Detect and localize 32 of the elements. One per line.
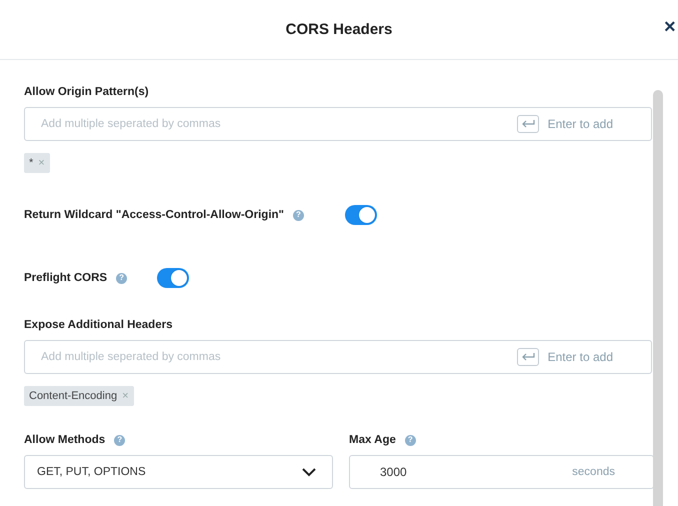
help-icon[interactable]: ? — [116, 272, 128, 284]
field-label: Allow Origin Pattern(s) — [24, 86, 150, 98]
field-label: Expose Additional Headers — [24, 319, 174, 331]
methods-dropdown[interactable]: GET, PUT, OPTIONS — [24, 455, 333, 489]
toggle-label: Preflight CORS — [24, 272, 108, 284]
text-input[interactable]: Add multiple seperated by commas — [41, 118, 517, 130]
toggle-switch[interactable] — [345, 205, 377, 225]
field-value: 3000 — [380, 465, 407, 479]
scrollbar[interactable] — [653, 90, 663, 506]
toggle-label: Return Wildcard "Access-Control-Allow-Origin" — [24, 209, 284, 221]
text-input[interactable]: Add multiple seperated by commas — [41, 351, 517, 363]
enter-key-icon — [516, 348, 539, 366]
input-field[interactable]: Add multiple seperated by commas Enter to add — [24, 340, 652, 374]
unit-label: seconds — [572, 466, 615, 478]
remove-button[interactable]: × — [122, 390, 128, 402]
enter-key-icon — [516, 115, 539, 133]
chevron-down-icon — [302, 468, 316, 476]
toggle-switch[interactable] — [157, 268, 190, 288]
dialog-title: CORS Headers — [286, 21, 392, 38]
help-icon[interactable]: ? — [404, 434, 416, 446]
tag-text: * — [29, 157, 34, 169]
field-label: Allow Methods — [24, 434, 106, 446]
close-button[interactable]: × — [664, 16, 678, 39]
help-icon[interactable]: ? — [114, 434, 126, 446]
hint-text: Enter to add — [548, 350, 613, 364]
max-age-field[interactable]: 3000 seconds — [349, 455, 654, 489]
input-field[interactable]: Add multiple seperated by commas Enter to add — [24, 107, 652, 141]
field-label: Max Age — [349, 434, 396, 446]
hint-text: Enter to add — [548, 117, 613, 131]
remove-button[interactable]: × — [38, 157, 45, 169]
help-icon[interactable]: ? — [293, 210, 304, 220]
tag-text: Content-Encoding — [29, 390, 118, 402]
